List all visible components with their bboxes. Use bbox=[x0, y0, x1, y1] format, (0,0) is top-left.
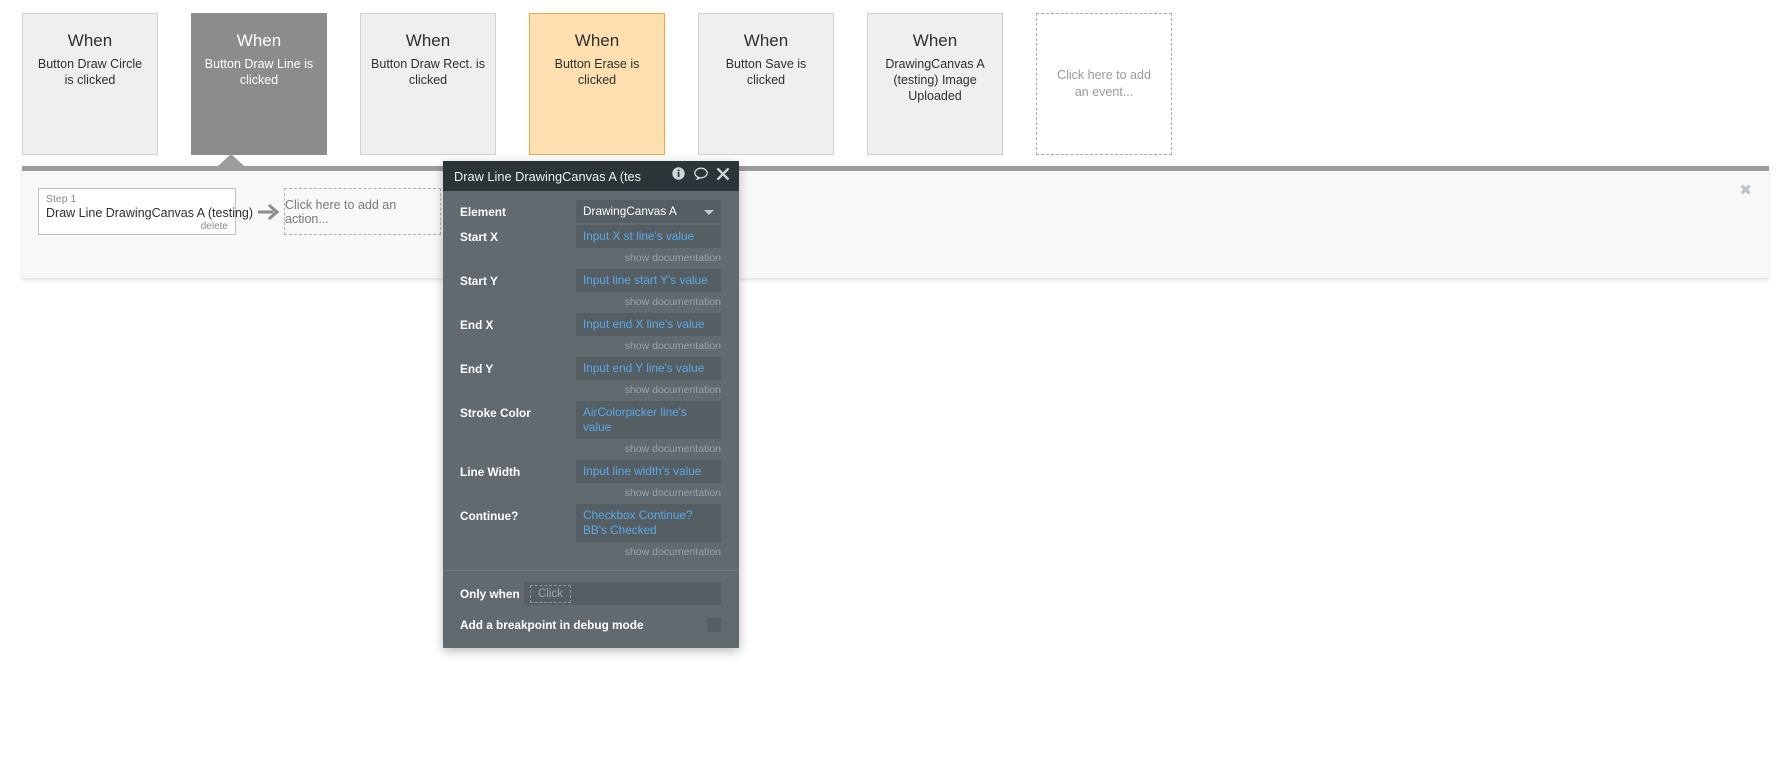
breakpoint-checkbox[interactable] bbox=[707, 618, 721, 632]
event-description: Button Draw Circle is clicked bbox=[37, 57, 143, 87]
field-label: Line Width bbox=[460, 465, 521, 479]
event-card-5[interactable]: When DrawingCanvas A (testing) Image Uplo… bbox=[867, 13, 1003, 155]
step-title: Draw Line DrawingCanvas A (testing) bbox=[46, 206, 254, 220]
show-documentation-link[interactable]: show documentation bbox=[443, 441, 739, 460]
event-card-1[interactable]: When Button Draw Line is clicked bbox=[191, 13, 327, 155]
only-when-field[interactable]: Click bbox=[524, 582, 721, 605]
event-card-2[interactable]: When Button Draw Rect. is clicked bbox=[360, 13, 496, 155]
step-delete-link[interactable]: delete bbox=[46, 221, 228, 233]
dialog-header-icons bbox=[672, 167, 729, 185]
field-label: Element bbox=[460, 205, 506, 219]
breakpoint-row: Add a breakpoint in debug mode bbox=[443, 605, 739, 648]
field-label: End Y bbox=[460, 362, 494, 376]
add-action-label: Click here to add an action... bbox=[285, 197, 397, 226]
event-card-row: When Button Draw Circle is clicked When But… bbox=[22, 13, 1205, 155]
event-description: Button Draw Line is clicked bbox=[204, 57, 314, 87]
expression-field[interactable]: Input end X line's value bbox=[576, 313, 721, 336]
event-when-label: When bbox=[912, 31, 958, 50]
field-row-2: Start Y Input line start Y's value bbox=[443, 269, 739, 292]
comment-icon[interactable] bbox=[694, 167, 708, 185]
add-event-label: Click here to add an event... bbox=[1057, 68, 1151, 99]
expression-field[interactable]: Input line width's value bbox=[576, 460, 721, 483]
show-documentation-link[interactable]: show documentation bbox=[443, 338, 739, 357]
field-row-5: Stroke Color AirColorpicker line's value bbox=[443, 401, 739, 439]
field-label: End X bbox=[460, 318, 494, 332]
expression-field[interactable]: Input X st line's value bbox=[576, 225, 721, 248]
event-description: Button Draw Rect. is clicked bbox=[371, 57, 485, 87]
field-label: Stroke Color bbox=[460, 406, 531, 420]
add-action-button[interactable]: Click here to add an action... bbox=[284, 188, 441, 235]
event-description: Button Save is clicked bbox=[725, 57, 807, 87]
expression-field[interactable]: Input line start Y's value bbox=[576, 269, 721, 292]
show-documentation-link[interactable]: show documentation bbox=[443, 382, 739, 401]
field-value: DrawingCanvas A bbox=[583, 204, 677, 218]
field-value: Checkbox Continue? BB's Checked bbox=[583, 508, 693, 537]
dialog-body: Element DrawingCanvas A Start X Input X st … bbox=[443, 191, 739, 563]
step-number-label: Step 1 bbox=[46, 193, 77, 205]
event-when-label: When bbox=[574, 31, 620, 50]
action-property-dialog: Draw Line DrawingCanvas A (tes Element D… bbox=[443, 161, 739, 648]
element-select[interactable]: DrawingCanvas A bbox=[576, 200, 721, 223]
breakpoint-label: Add a breakpoint in debug mode bbox=[460, 618, 644, 632]
info-icon[interactable] bbox=[672, 167, 685, 185]
field-label: Start X bbox=[460, 230, 499, 244]
arrow-right-icon bbox=[257, 203, 280, 221]
field-value: AirColorpicker line's value bbox=[583, 405, 687, 434]
field-row-3: End X Input end X line's value bbox=[443, 313, 739, 336]
expression-field[interactable]: Input end Y line's value bbox=[576, 357, 721, 380]
expression-field[interactable]: AirColorpicker line's value bbox=[576, 401, 721, 439]
only-when-row: Only when Click bbox=[443, 571, 739, 605]
dialog-title: Draw Line DrawingCanvas A (tes bbox=[454, 168, 642, 184]
event-description: Button Erase is clicked bbox=[554, 57, 640, 87]
field-value: Input line start Y's value bbox=[583, 273, 708, 287]
editor-canvas: When Button Draw Circle is clicked When But… bbox=[0, 0, 1792, 763]
event-description: DrawingCanvas A (testing) Image Uploaded bbox=[885, 57, 985, 103]
field-label: Continue? bbox=[460, 509, 519, 523]
event-card-3[interactable]: When Button Erase is clicked bbox=[529, 13, 665, 155]
expression-field[interactable]: Checkbox Continue? BB's Checked bbox=[576, 504, 721, 542]
event-when-label: When bbox=[743, 31, 789, 50]
field-row-0: Element DrawingCanvas A bbox=[443, 200, 739, 223]
event-when-label: When bbox=[405, 31, 451, 50]
field-label: Start Y bbox=[460, 274, 498, 288]
close-icon[interactable] bbox=[717, 167, 729, 185]
field-row-4: End Y Input end Y line's value bbox=[443, 357, 739, 380]
show-documentation-link[interactable]: show documentation bbox=[443, 544, 739, 563]
event-when-label: When bbox=[236, 31, 282, 50]
event-when-label: When bbox=[67, 31, 113, 50]
field-value: Input end Y line's value bbox=[583, 361, 705, 375]
chevron-down-icon bbox=[704, 210, 714, 215]
show-documentation-link[interactable]: show documentation bbox=[443, 294, 739, 313]
action-step-1[interactable]: Step 1 Draw Line DrawingCanvas A (testin… bbox=[38, 188, 254, 235]
field-row-1: Start X Input X st line's value bbox=[443, 225, 739, 248]
field-value: Input line width's value bbox=[583, 464, 702, 478]
field-row-7: Continue? Checkbox Continue? BB's Checked bbox=[443, 504, 739, 542]
event-card-0[interactable]: When Button Draw Circle is clicked bbox=[22, 13, 158, 155]
close-icon[interactable]: ✖ bbox=[1739, 183, 1752, 198]
field-value: Input end X line's value bbox=[583, 317, 705, 331]
action-panel: ✖ Step 1 Draw Line DrawingCanvas A (test… bbox=[22, 166, 1769, 278]
show-documentation-link[interactable]: show documentation bbox=[443, 250, 739, 269]
add-event-button[interactable]: Click here to add an event... bbox=[1036, 13, 1172, 155]
field-row-6: Line Width Input line width's value bbox=[443, 460, 739, 483]
selected-event-pointer bbox=[218, 154, 244, 166]
only-when-placeholder: Click bbox=[530, 584, 571, 603]
event-card-4[interactable]: When Button Save is clicked bbox=[698, 13, 834, 155]
show-documentation-link[interactable]: show documentation bbox=[443, 485, 739, 504]
only-when-label: Only when bbox=[460, 586, 520, 601]
field-value: Input X st line's value bbox=[583, 229, 695, 243]
dialog-header[interactable]: Draw Line DrawingCanvas A (tes bbox=[443, 161, 739, 191]
